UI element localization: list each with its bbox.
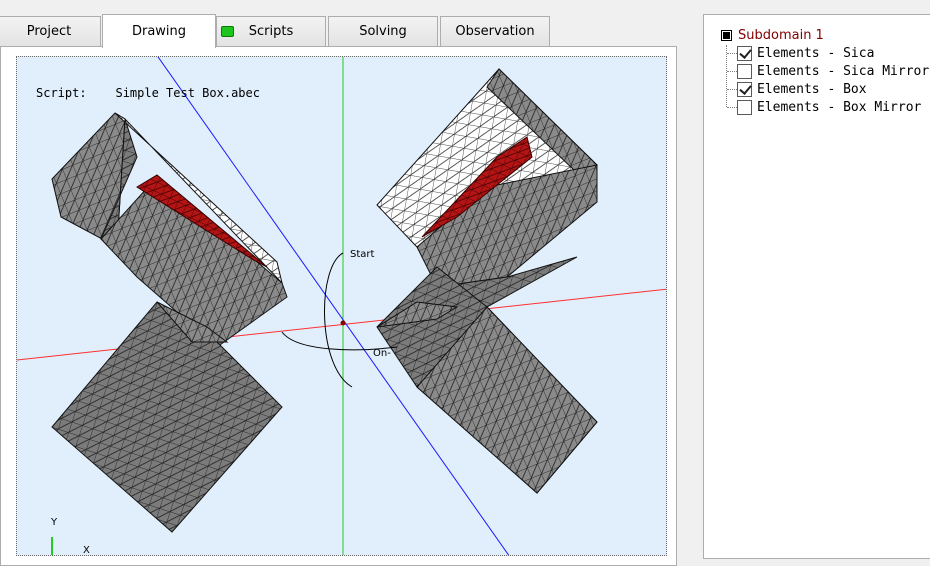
tab-project[interactable]: Project [0, 16, 101, 46]
tab-observation[interactable]: Observation [440, 16, 550, 46]
tree-item-sica-mirror[interactable]: Elements - Sica Mirror [727, 62, 929, 80]
checkbox-checked[interactable] [737, 45, 752, 61]
tab-label: Observation [455, 24, 535, 39]
origin-point [340, 320, 346, 326]
on-label: On- [373, 348, 391, 359]
script-caption: Script: Simple Test Box.abec [36, 86, 260, 100]
tree-item-box-mirror[interactable]: Elements - Box Mirror [727, 98, 921, 116]
tree-root-label: Subdomain 1 [738, 27, 824, 43]
tree-item-label: Elements - Box [757, 81, 867, 97]
tab-label: Solving [359, 24, 407, 39]
tab-label: Drawing [131, 24, 187, 39]
tab-drawing[interactable]: Drawing [102, 14, 216, 48]
tab-bar: Project Drawing Scripts Solving Observat… [0, 0, 700, 48]
mesh-block-upper-right [376, 68, 598, 308]
tree-connector [727, 52, 737, 54]
tree-connector [727, 88, 737, 90]
start-label: Start [350, 249, 375, 260]
tree-item-box[interactable]: Elements - Box [727, 80, 867, 98]
script-prefix: Script: [36, 86, 87, 100]
start-arc [324, 252, 353, 388]
y-axis-label: Y [51, 517, 58, 528]
tree-item-label: Elements - Box Mirror [757, 99, 922, 115]
subdomain-tree: Subdomain 1 Elements - Sica Elements - S… [703, 14, 930, 559]
checkbox-unchecked[interactable] [737, 63, 752, 79]
tree-item-label: Elements - Sica Mirror [757, 63, 930, 79]
tree-connector [727, 70, 737, 72]
3d-viewport[interactable]: Script: Simple Test Box.abec Start On- Y… [16, 56, 667, 556]
x-axis-label: X [83, 545, 90, 556]
tab-solving[interactable]: Solving [328, 16, 438, 46]
square-node-icon [721, 29, 732, 41]
tree-connector [727, 106, 737, 108]
status-led-icon [221, 26, 234, 37]
mesh-block-lower-left [51, 301, 283, 533]
tab-label: Project [26, 24, 72, 39]
mesh-drawing [17, 57, 666, 555]
checkbox-unchecked[interactable] [737, 99, 752, 115]
tab-label: Scripts [248, 24, 294, 39]
tab-scripts[interactable]: Scripts [216, 16, 326, 46]
checkbox-checked[interactable] [737, 81, 752, 97]
tree-item-label: Elements - Sica [757, 45, 875, 61]
tree-item-sica[interactable]: Elements - Sica [727, 44, 874, 62]
tree-root[interactable]: Subdomain 1 [721, 26, 824, 44]
script-name: Simple Test Box.abec [115, 86, 260, 100]
